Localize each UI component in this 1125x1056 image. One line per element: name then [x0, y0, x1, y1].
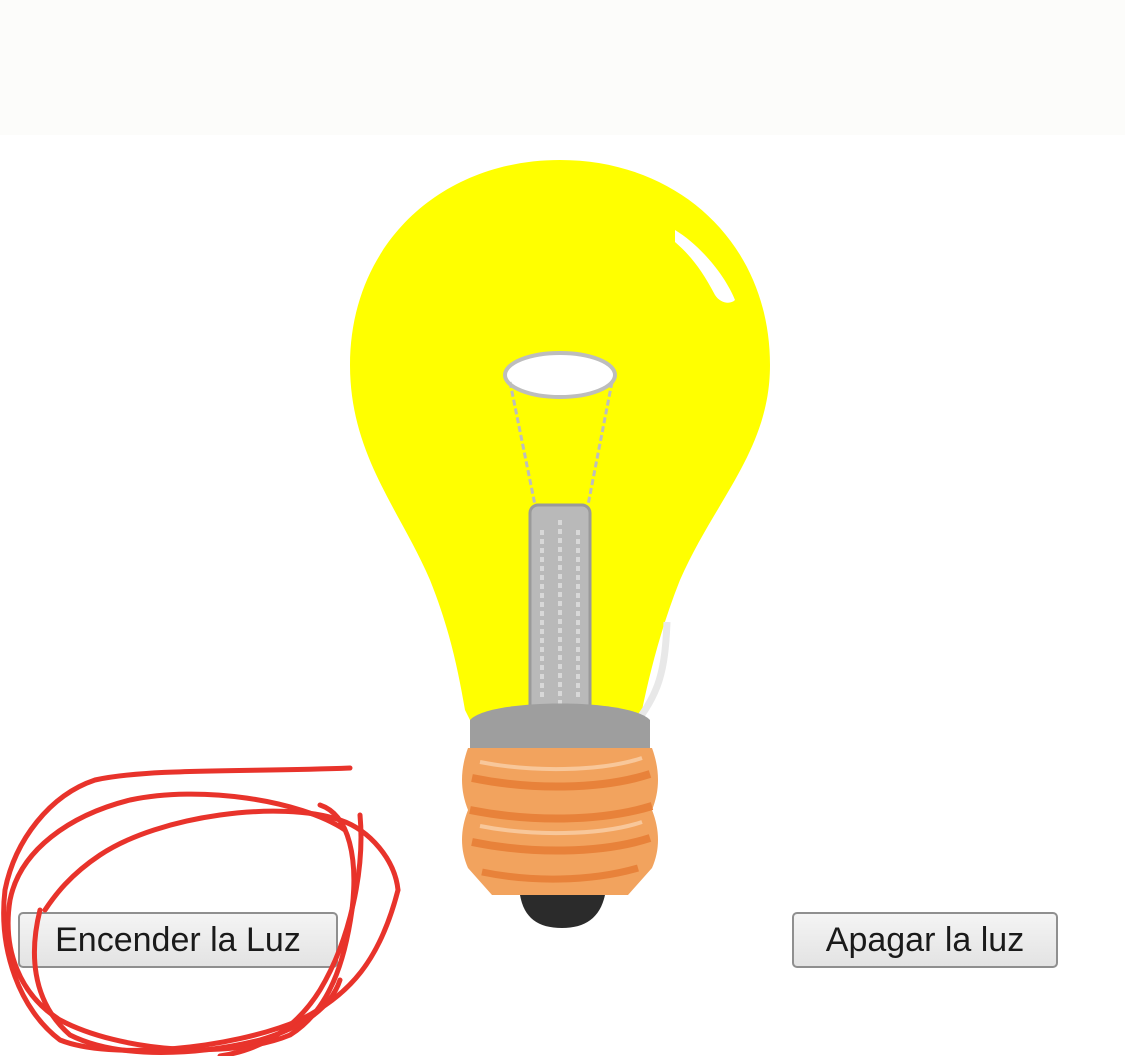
- top-band: [0, 0, 1125, 135]
- turn-on-button[interactable]: Encender la Luz: [18, 912, 338, 968]
- bulb-neck: [470, 703, 650, 748]
- bulb-tip: [520, 895, 605, 928]
- filament-ring: [503, 351, 617, 399]
- app-page: Encender la Luz Apagar la luz: [0, 0, 1125, 1056]
- light-bulb-icon: [350, 160, 770, 928]
- turn-off-button[interactable]: Apagar la luz: [792, 912, 1058, 968]
